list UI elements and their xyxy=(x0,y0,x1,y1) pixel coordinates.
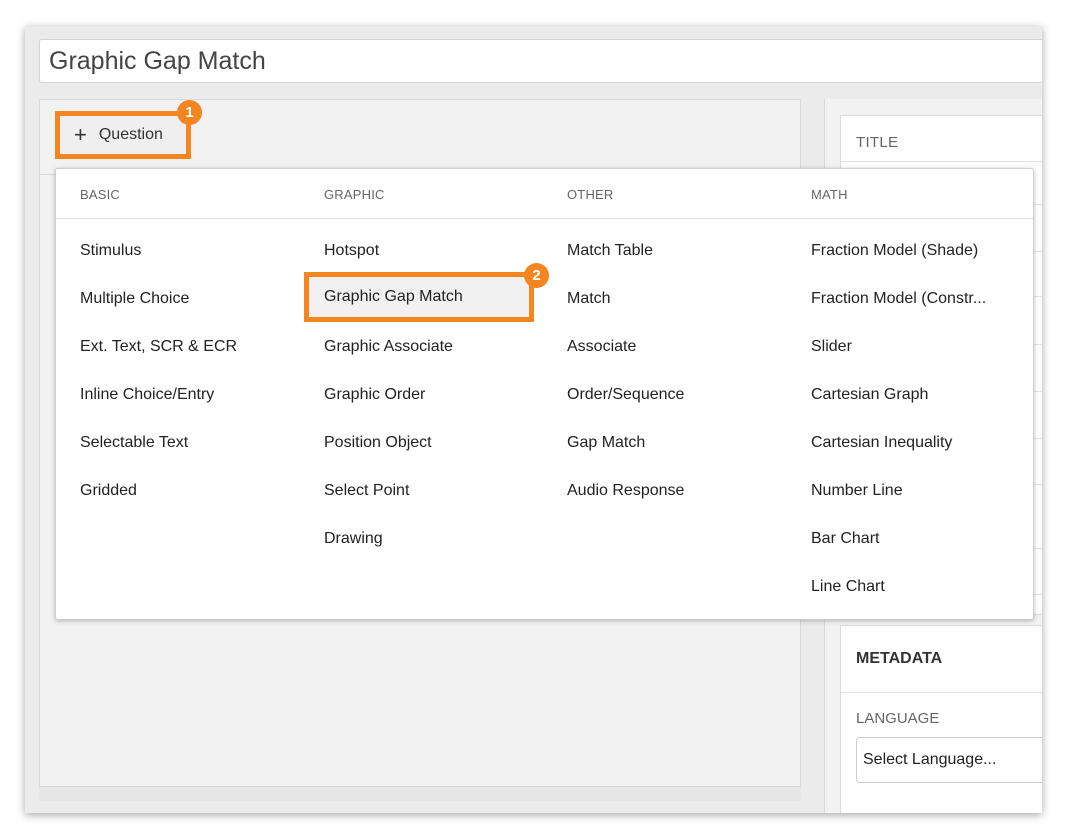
add-question-button[interactable]: + Question xyxy=(55,111,191,159)
menu-item-multiple-choice[interactable]: Multiple Choice xyxy=(80,290,189,308)
menu-item-graphic-associate[interactable]: Graphic Associate xyxy=(324,338,453,356)
menu-item-position-object[interactable]: Position Object xyxy=(324,434,432,452)
step-badge-1: 1 xyxy=(177,100,202,125)
column-header: GRAPHIC xyxy=(324,187,385,202)
menu-item-fraction-construct[interactable]: Fraction Model (Constr... xyxy=(811,290,986,308)
plus-icon: + xyxy=(74,122,87,147)
menu-item-line-chart[interactable]: Line Chart xyxy=(811,578,885,596)
column-header: BASIC xyxy=(80,187,121,202)
column-header: MATH xyxy=(811,187,848,202)
title-label: TITLE xyxy=(856,134,899,151)
menu-item-match-table[interactable]: Match Table xyxy=(567,242,653,260)
editor-window: Graphic Gap Match TITLE ea METADATA LANG… xyxy=(25,26,1042,813)
menu-item-bar-chart[interactable]: Bar Chart xyxy=(811,530,879,548)
menu-item-slider[interactable]: Slider xyxy=(811,338,852,356)
question-type-menu: BASIC Stimulus Multiple Choice Ext. Text… xyxy=(55,168,1034,620)
horizontal-scrollbar[interactable] xyxy=(39,787,801,801)
menu-item-fraction-shade[interactable]: Fraction Model (Shade) xyxy=(811,242,978,260)
metadata-card: METADATA LANGUAGE Select Language... xyxy=(840,625,1042,813)
menu-item-gridded[interactable]: Gridded xyxy=(80,482,137,500)
menu-item-order-sequence[interactable]: Order/Sequence xyxy=(567,386,684,404)
menu-item-selectable-text[interactable]: Selectable Text xyxy=(80,434,188,452)
menu-item-hotspot[interactable]: Hotspot xyxy=(324,242,379,260)
menu-item-graphic-gap-match[interactable]: Graphic Gap Match xyxy=(304,272,534,322)
menu-item-match[interactable]: Match xyxy=(567,290,611,308)
step-badge-2: 2 xyxy=(524,263,549,288)
menu-item-cartesian-inequality[interactable]: Cartesian Inequality xyxy=(811,434,952,452)
menu-item-select-point[interactable]: Select Point xyxy=(324,482,409,500)
metadata-header[interactable]: METADATA xyxy=(841,626,1042,693)
menu-item-stimulus[interactable]: Stimulus xyxy=(80,242,141,260)
menu-item-inline-choice[interactable]: Inline Choice/Entry xyxy=(80,386,214,404)
menu-item-associate[interactable]: Associate xyxy=(567,338,636,356)
menu-header-divider xyxy=(56,218,1033,219)
column-header: OTHER xyxy=(567,187,614,202)
menu-item-audio-response[interactable]: Audio Response xyxy=(567,482,684,500)
menu-item-gap-match[interactable]: Gap Match xyxy=(567,434,645,452)
item-title-input[interactable]: Graphic Gap Match xyxy=(39,39,1042,83)
menu-item-drawing[interactable]: Drawing xyxy=(324,530,383,548)
menu-item-ext-text[interactable]: Ext. Text, SCR & ECR xyxy=(80,338,237,356)
language-label: LANGUAGE xyxy=(856,710,940,727)
language-select[interactable]: Select Language... xyxy=(856,737,1042,783)
add-question-label: Question xyxy=(98,126,163,143)
divider xyxy=(841,161,1042,162)
menu-item-number-line[interactable]: Number Line xyxy=(811,482,903,500)
metadata-title: METADATA xyxy=(856,650,943,667)
menu-item-graphic-order[interactable]: Graphic Order xyxy=(324,386,425,404)
menu-item-cartesian-graph[interactable]: Cartesian Graph xyxy=(811,386,928,404)
